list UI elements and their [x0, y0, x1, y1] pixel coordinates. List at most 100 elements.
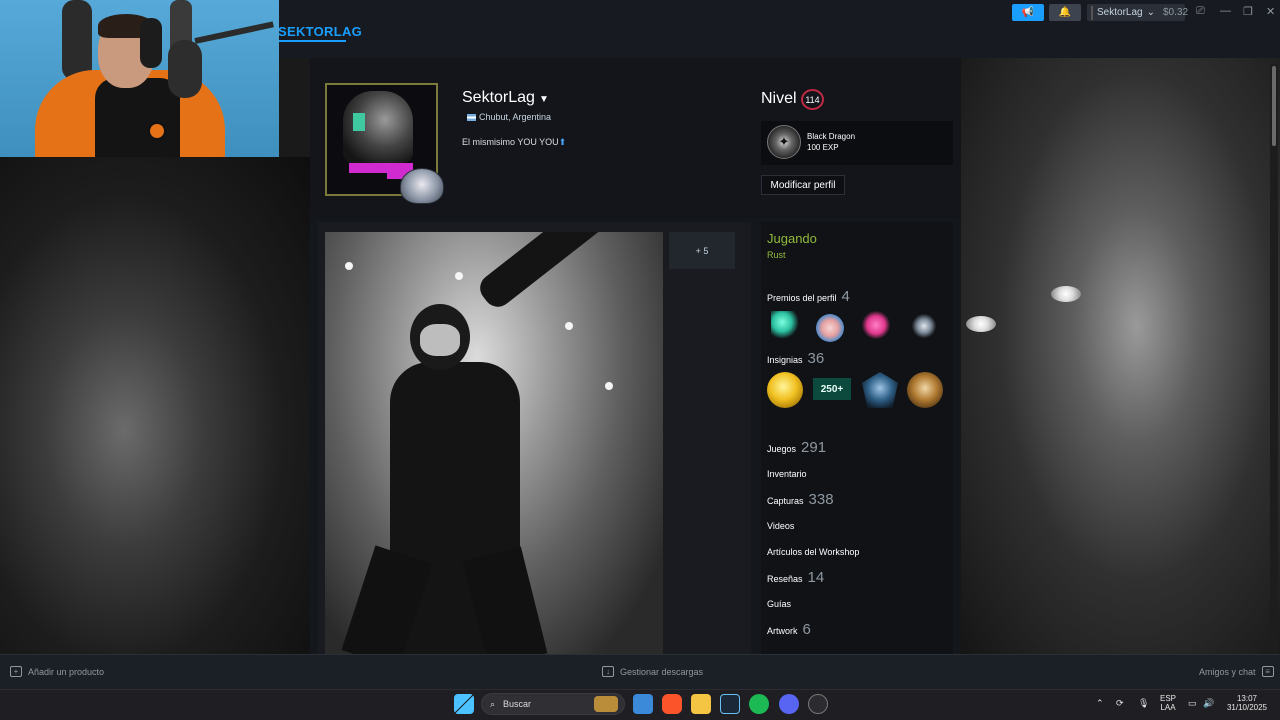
account-avatar — [1091, 5, 1093, 20]
persona-name-dropdown[interactable]: SektorLag ▼ — [462, 89, 549, 107]
avatar-glitch-bar — [349, 163, 413, 173]
announcements-button[interactable]: 📢 — [1012, 4, 1044, 21]
sidebar-link-workshop[interactable]: Artículos del Workshop — [767, 547, 859, 557]
badges-count: 36 — [807, 350, 825, 367]
crystal-ball-award-icon[interactable] — [910, 312, 938, 340]
nav-active-underline — [278, 40, 346, 42]
close-icon[interactable]: ✕ — [1266, 5, 1275, 18]
link-count: 6 — [802, 621, 811, 638]
link-label: Artículos del Workshop — [767, 547, 860, 557]
link-label: Videos — [767, 521, 795, 531]
nav-profile-name[interactable]: SEKTORLAG — [278, 24, 362, 39]
showcase-artwork-image[interactable] — [325, 232, 663, 654]
discord-icon[interactable] — [779, 694, 799, 714]
persona-name: SektorLag — [462, 89, 535, 106]
taskbar-clock[interactable]: 13:07 31/10/2025 — [1222, 694, 1272, 712]
language-variant: LAA — [1160, 703, 1176, 712]
clown-award-icon[interactable] — [816, 314, 844, 342]
stage-light — [455, 272, 463, 280]
eagle-badge-icon[interactable] — [907, 372, 943, 408]
add-product-label: Añadir un producto — [28, 666, 105, 677]
link-label: Reseñas — [767, 574, 803, 584]
sidebar-link-artwork[interactable]: Artwork 6 — [767, 621, 811, 638]
dragon-badge-icon[interactable]: ✦ — [767, 125, 801, 159]
headphones — [140, 18, 162, 68]
manage-downloads-button[interactable]: ↓ Gestionar descargas — [602, 666, 703, 677]
up-arrow-icon: ⬆ — [558, 137, 567, 147]
level-label: Nivel — [761, 90, 797, 107]
stage-light — [565, 322, 573, 330]
link-label: Inventario — [767, 469, 807, 479]
coin-badge-icon[interactable] — [767, 372, 803, 408]
stage-light — [345, 262, 353, 270]
summary-text: El mismisimo YOU YOU — [462, 137, 559, 147]
featured-badge-name: Black Dragon — [807, 132, 856, 141]
streamer-vest — [95, 78, 180, 157]
network-icon[interactable]: ▭ — [1188, 698, 1197, 709]
performer-face — [420, 324, 460, 356]
clock-time: 13:07 — [1236, 694, 1258, 703]
wall-guitar — [62, 0, 92, 80]
chat-icon: ≡ — [1261, 666, 1274, 677]
link-count: 14 — [807, 569, 825, 586]
profile-summary: El mismisimo YOU YOU⬆ — [462, 137, 566, 148]
megaphone-icon: 📢 — [1021, 7, 1035, 18]
obs-icon[interactable] — [808, 694, 828, 714]
sidebar-link-guides[interactable]: Guías — [767, 599, 791, 609]
badges-link[interactable]: Insignias 36 — [767, 350, 824, 367]
sidebar-link-screenshots[interactable]: Capturas 338 — [767, 491, 834, 508]
awards-label: Premios del perfil — [767, 293, 837, 303]
current-game[interactable]: Rust — [767, 250, 786, 260]
rocket-award-icon[interactable] — [771, 311, 799, 339]
friends-chat-button[interactable]: Amigos y chat ≡ — [1199, 666, 1274, 677]
link-label: Artwork — [767, 626, 798, 636]
stage-light — [605, 382, 613, 390]
brave-browser-icon[interactable] — [662, 694, 682, 714]
level-badge[interactable]: 114 — [801, 89, 824, 110]
steam-icon[interactable] — [720, 694, 740, 714]
friends-label: Amigos y chat — [1199, 666, 1256, 677]
edit-profile-button[interactable]: Modificar perfil — [761, 175, 845, 195]
chevron-down-icon: ⌄ — [1146, 7, 1155, 18]
more-artwork-button[interactable]: + 5 — [669, 232, 735, 269]
argentina-flag-icon — [467, 113, 476, 121]
downloads-label: Gestionar descargas — [620, 666, 704, 677]
featured-badge-exp: 100 EXP — [807, 143, 839, 152]
minimize-icon[interactable]: — — [1220, 5, 1231, 17]
badges-label: Insignias — [767, 355, 803, 365]
add-product-button[interactable]: + Añadir un producto — [10, 666, 104, 677]
avatar-frame-cat — [400, 168, 444, 204]
sidebar-link-inventory[interactable]: Inventario — [767, 469, 807, 479]
profile-background-left-top — [279, 58, 310, 158]
link-label: Capturas — [767, 496, 804, 506]
account-name: SektorLag — [1097, 7, 1143, 18]
microphone — [168, 40, 202, 98]
big-picture-icon[interactable]: ⎚ — [1196, 5, 1205, 18]
chevron-up-icon[interactable]: ⌃ — [1096, 698, 1104, 709]
sync-icon[interactable]: ⟳ — [1116, 698, 1124, 709]
language-code: ESP — [1159, 694, 1176, 703]
file-explorer-icon[interactable] — [691, 694, 711, 714]
windows-start-icon[interactable] — [454, 694, 474, 714]
heart-award-icon[interactable] — [862, 311, 890, 339]
microphone-icon[interactable]: 🎙 — [1138, 698, 1149, 709]
page-scrollbar[interactable] — [1270, 64, 1278, 654]
search-icon: ⌕ — [490, 698, 496, 709]
profile-awards-link[interactable]: Premios del perfil 4 — [767, 288, 850, 305]
account-menu[interactable]: SektorLag ⌄ $0.32 — [1087, 4, 1188, 21]
sidebar-link-games[interactable]: Juegos 291 — [767, 439, 826, 456]
volume-icon[interactable]: 🔊 — [1203, 698, 1214, 709]
input-language[interactable]: ESP LAA — [1158, 694, 1178, 712]
spotify-icon[interactable] — [749, 694, 769, 714]
clock-date: 31/10/2025 — [1226, 703, 1268, 712]
maximize-icon[interactable]: ❐ — [1243, 5, 1253, 18]
notifications-button[interactable]: 🔔 — [1049, 4, 1081, 21]
sidebar-link-reviews[interactable]: Reseñas 14 — [767, 569, 824, 586]
gallery-app-icon[interactable] — [633, 694, 653, 714]
scrollbar-thumb[interactable] — [1272, 66, 1276, 146]
bell-icon: 🔔 — [1058, 7, 1072, 18]
sidebar-link-videos[interactable]: Videos — [767, 521, 794, 531]
profile-background-right — [961, 58, 1280, 654]
mic-arm — [194, 21, 274, 44]
years-badge[interactable]: 250+ — [813, 378, 851, 400]
